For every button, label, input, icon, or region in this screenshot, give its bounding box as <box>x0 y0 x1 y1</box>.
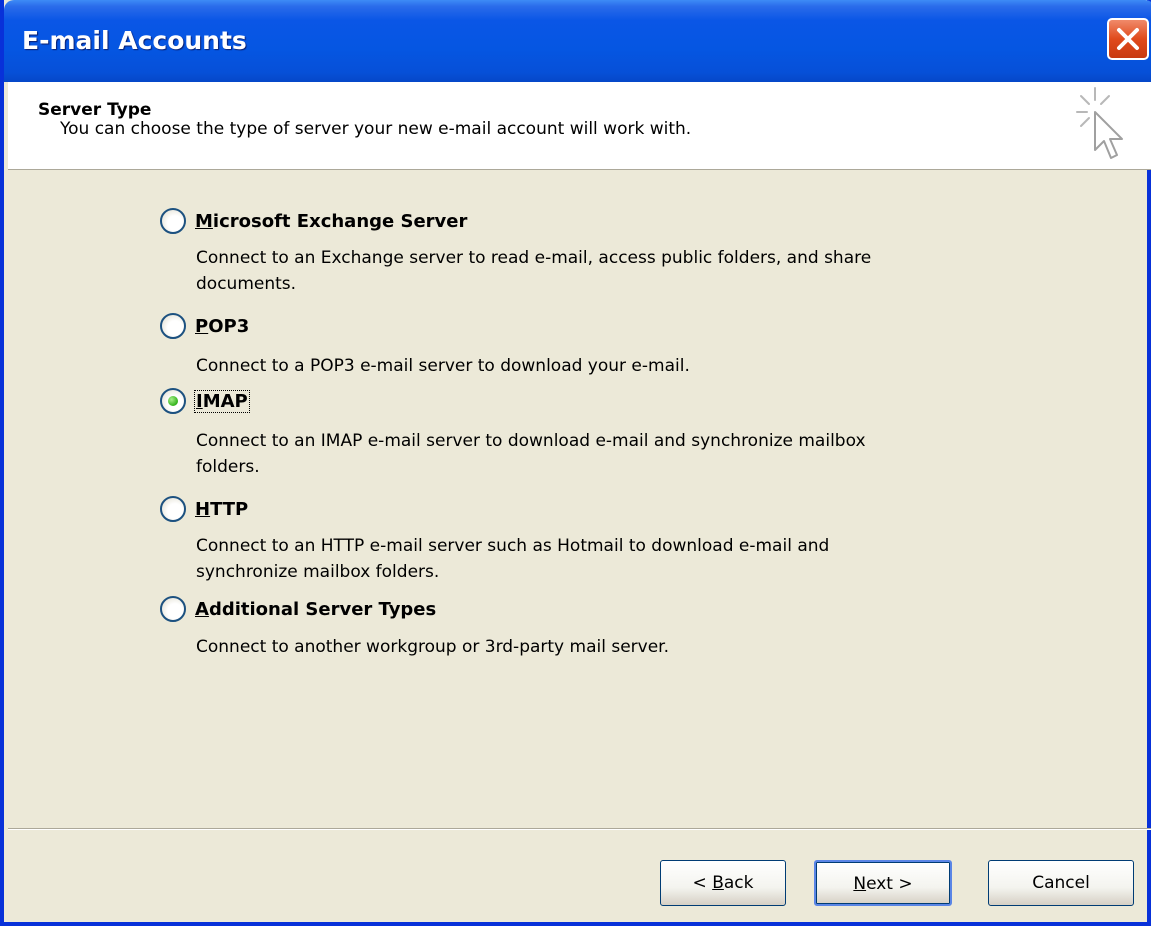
option-label-http[interactable]: HTTP <box>194 499 249 520</box>
next-button[interactable]: Next > <box>814 860 952 906</box>
radio-additional[interactable] <box>160 596 186 622</box>
option-imap[interactable]: IMAP <box>160 386 250 416</box>
option-label-exchange[interactable]: Microsoft Exchange Server <box>194 211 468 232</box>
wizard-cursor-icon <box>1073 84 1133 168</box>
option-description-additional: Connect to another workgroup or 3rd-part… <box>196 637 670 657</box>
option-pop3[interactable]: POP3 <box>160 311 250 341</box>
email-accounts-dialog: E-mail Accounts Server Type You can choo… <box>0 0 1151 926</box>
option-label-imap[interactable]: IMAP <box>194 389 250 413</box>
radio-imap-selected[interactable] <box>160 388 186 414</box>
page-title: Server Type <box>38 100 152 120</box>
option-http[interactable]: HTTP <box>160 494 249 524</box>
option-label-pop3[interactable]: POP3 <box>194 316 250 337</box>
option-description-imap: Connect to an IMAP e-mail server to down… <box>196 431 866 477</box>
back-button[interactable]: < Back <box>660 860 786 906</box>
option-exchange[interactable]: Microsoft Exchange Server <box>160 206 468 236</box>
close-button[interactable] <box>1107 18 1149 60</box>
footer-divider <box>8 828 1151 830</box>
option-description-pop3: Connect to a POP3 e-mail server to downl… <box>196 356 690 376</box>
title-bar[interactable]: E-mail Accounts <box>4 0 1151 82</box>
radio-pop3[interactable] <box>160 313 186 339</box>
option-description-http: Connect to an HTTP e-mail server such as… <box>196 536 830 582</box>
cancel-button[interactable]: Cancel <box>988 860 1134 906</box>
window-title: E-mail Accounts <box>22 26 247 55</box>
option-description-exchange: Connect to an Exchange server to read e-… <box>196 248 872 294</box>
option-additional[interactable]: Additional Server Types <box>160 594 437 624</box>
radio-exchange[interactable] <box>160 208 186 234</box>
option-label-additional[interactable]: Additional Server Types <box>194 599 437 620</box>
wizard-header: Server Type You can choose the type of s… <box>8 82 1151 170</box>
radio-http[interactable] <box>160 496 186 522</box>
page-subtitle: You can choose the type of server your n… <box>60 119 692 139</box>
